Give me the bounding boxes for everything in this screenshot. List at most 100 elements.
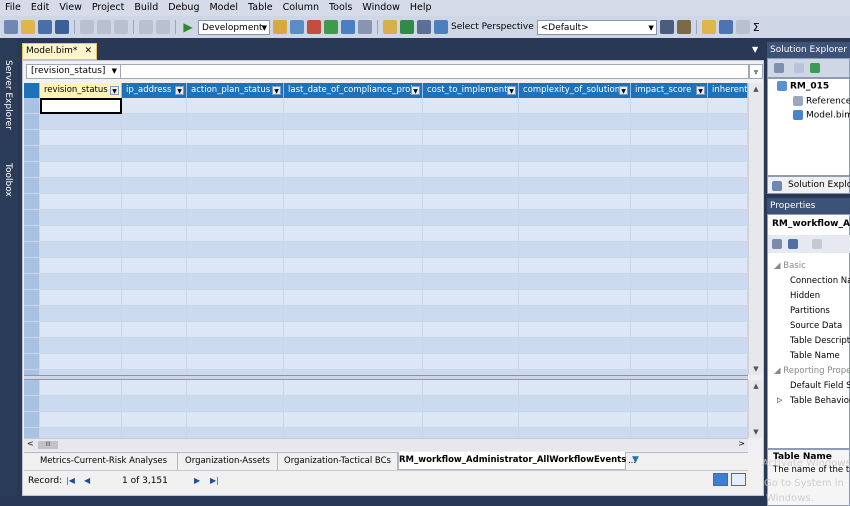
filter-dropdown-icon[interactable]: ▼ <box>507 86 516 95</box>
grid-cell[interactable] <box>187 210 284 226</box>
grid-cell[interactable] <box>519 162 631 178</box>
grid-cell[interactable] <box>423 412 519 428</box>
grid-cell[interactable] <box>40 428 122 438</box>
properties-icon[interactable] <box>774 63 784 73</box>
sheet-tab-active[interactable]: RM_workflow_Administrator_AllWorkflowEve… <box>398 452 626 470</box>
grid-cell[interactable] <box>40 412 122 428</box>
menu-project[interactable]: Project <box>87 0 130 16</box>
grid-cell[interactable] <box>708 242 748 258</box>
horizontal-scroll-thumb[interactable]: III <box>38 441 58 449</box>
grid-cell[interactable] <box>187 380 284 396</box>
grid-cell[interactable] <box>40 338 122 354</box>
row-header[interactable] <box>24 380 40 396</box>
grid-cell[interactable] <box>187 258 284 274</box>
property-row[interactable]: Table Behavior <box>790 396 850 406</box>
grid-cell[interactable] <box>708 338 748 354</box>
row-header[interactable] <box>24 114 40 130</box>
grid-cell[interactable] <box>40 290 122 306</box>
grid-cell[interactable] <box>187 274 284 290</box>
grid-cell[interactable] <box>187 306 284 322</box>
menu-help[interactable]: Help <box>405 0 437 16</box>
menu-file[interactable]: File <box>0 0 26 16</box>
grid-cell[interactable] <box>122 396 187 412</box>
grid-cell[interactable] <box>284 130 423 146</box>
grid-cell[interactable] <box>284 146 423 162</box>
grid-cell[interactable] <box>187 130 284 146</box>
row-header[interactable] <box>24 194 40 210</box>
grid-cell[interactable] <box>423 396 519 412</box>
row-header[interactable] <box>24 98 40 114</box>
grid-cell[interactable] <box>708 412 748 428</box>
grid-cell[interactable] <box>187 354 284 370</box>
configuration-dropdown[interactable]: Development ▼ <box>198 19 270 35</box>
grid-cell[interactable] <box>423 178 519 194</box>
grid-cell[interactable] <box>122 226 187 242</box>
grid-cell[interactable] <box>708 210 748 226</box>
column-header[interactable]: revision_status ▼ <box>40 83 122 98</box>
grid-cell[interactable] <box>40 146 122 162</box>
vertical-scrollbar[interactable]: ▲ ▼ <box>748 83 762 375</box>
grid-cell[interactable] <box>519 146 631 162</box>
chevron-down-icon[interactable]: ▼ <box>632 455 639 465</box>
grid-cell[interactable] <box>708 98 748 114</box>
refresh-icon[interactable] <box>810 63 820 73</box>
grid-cell[interactable] <box>284 290 423 306</box>
grid-cell[interactable] <box>708 322 748 338</box>
grid-cell[interactable] <box>187 194 284 210</box>
grid-cell[interactable] <box>284 306 423 322</box>
grid-cell[interactable] <box>708 274 748 290</box>
grid-cell[interactable] <box>284 322 423 338</box>
grid-cell[interactable] <box>519 242 631 258</box>
grid-cell[interactable] <box>423 274 519 290</box>
next-record-icon[interactable]: ▶ <box>194 476 200 485</box>
grid-cell[interactable] <box>519 210 631 226</box>
grid-cell[interactable] <box>708 396 748 412</box>
grid-cell[interactable] <box>122 114 187 130</box>
row-header[interactable] <box>24 306 40 322</box>
toolbox-tab[interactable]: Toolbox <box>3 163 13 197</box>
grid-cell[interactable] <box>284 178 423 194</box>
grid-cell[interactable] <box>631 412 708 428</box>
grid-cell[interactable] <box>519 98 631 114</box>
grid-view-button[interactable] <box>713 473 728 486</box>
grid-cell[interactable] <box>423 114 519 130</box>
perspective-dropdown[interactable]: <Default> ▼ <box>536 19 657 35</box>
grid-cell[interactable] <box>122 146 187 162</box>
scroll-up-icon[interactable]: ▲ <box>749 380 763 392</box>
row-header[interactable] <box>24 130 40 146</box>
grid-cell[interactable] <box>708 146 748 162</box>
grid-cell[interactable] <box>187 338 284 354</box>
grid-cell[interactable] <box>423 194 519 210</box>
grid-cell[interactable] <box>631 226 708 242</box>
grid-cell[interactable] <box>423 322 519 338</box>
grid-cell[interactable] <box>284 412 423 428</box>
previous-record-icon[interactable]: ◀ <box>84 476 90 485</box>
grid-cell[interactable] <box>284 98 423 114</box>
grid-cell[interactable] <box>187 322 284 338</box>
document-tab-model[interactable]: Model.bim* ✕ <box>22 43 97 60</box>
filter-dropdown-icon[interactable]: ▼ <box>619 86 628 95</box>
grid-cell[interactable] <box>631 354 708 370</box>
row-header[interactable] <box>24 242 40 258</box>
grid-cell[interactable] <box>284 114 423 130</box>
scroll-right-icon[interactable]: > <box>738 439 745 448</box>
property-row[interactable]: Partitions <box>790 306 830 316</box>
sum-icon[interactable]: Σ <box>753 21 760 34</box>
grid-cell[interactable] <box>519 338 631 354</box>
grid-cell[interactable] <box>519 290 631 306</box>
grid-cell[interactable] <box>122 210 187 226</box>
scroll-up-icon[interactable]: ▲ <box>749 83 763 95</box>
menu-table[interactable]: Table <box>243 0 278 16</box>
grid-cell[interactable] <box>40 306 122 322</box>
grid-cell[interactable] <box>423 354 519 370</box>
grid-cell[interactable] <box>122 194 187 210</box>
row-header[interactable] <box>24 274 40 290</box>
view-icon[interactable] <box>358 20 372 34</box>
grid-cell[interactable] <box>122 306 187 322</box>
grid-cell[interactable] <box>708 226 748 242</box>
cut-icon[interactable] <box>80 20 94 34</box>
grid-cell[interactable] <box>423 428 519 438</box>
find-icon[interactable] <box>659 20 674 34</box>
grid-cell[interactable] <box>519 114 631 130</box>
grid-cell[interactable] <box>631 338 708 354</box>
